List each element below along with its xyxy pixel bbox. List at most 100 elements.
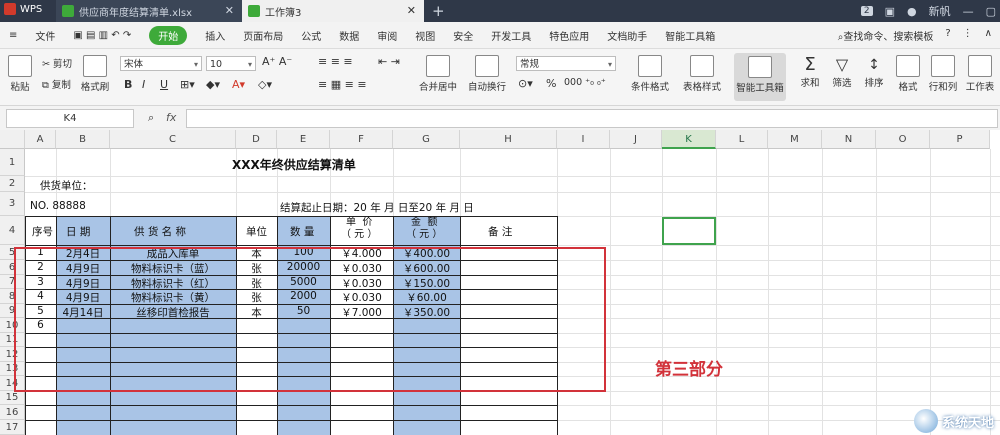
skin-icon[interactable]: ▣ (885, 5, 895, 18)
fx-button[interactable]: fx (166, 111, 176, 124)
column-header-e[interactable]: E (277, 130, 330, 149)
minimize-icon[interactable]: — (963, 5, 974, 18)
new-tab-icon[interactable]: + (432, 2, 445, 20)
number-format-select[interactable]: 常规 (516, 56, 616, 72)
thousands-icon[interactable]: 000 ⁺₀ ₀⁺ (564, 77, 606, 88)
header-qty[interactable]: 数 量 (290, 224, 314, 239)
wps-logo[interactable]: WPS (4, 3, 42, 15)
filter-button[interactable]: ▽ 筛选 (828, 55, 856, 89)
column-header-n[interactable]: N (822, 130, 876, 149)
paste-button[interactable]: 粘贴 (8, 55, 32, 93)
row-header-2[interactable]: 2 (0, 176, 25, 192)
column-header-c[interactable]: C (110, 130, 236, 149)
bold-button[interactable]: B (124, 78, 132, 91)
hamburger-icon[interactable]: ≡ (9, 30, 17, 41)
header-price[interactable]: 单 价 （ 元 ） (341, 217, 377, 241)
indent-icon[interactable]: ⇤ ⇥ (378, 55, 400, 68)
header-remark[interactable]: 备 注 (488, 224, 512, 239)
font-color-icon[interactable]: A▾ (232, 78, 245, 91)
header-name[interactable]: 供 货 名 称 (134, 224, 186, 239)
user-name[interactable]: 新帆 (929, 3, 951, 19)
maximize-icon[interactable]: ▢ (986, 5, 996, 18)
menu-page-layout[interactable]: 页面布局 (243, 28, 283, 43)
conditional-format-button[interactable]: 条件格式 (626, 55, 674, 93)
page-count-badge[interactable]: 2 (860, 6, 873, 16)
sheet-title[interactable]: XXX年终供应结算清单 (232, 156, 356, 173)
column-header-l[interactable]: L (716, 130, 768, 149)
menu-data[interactable]: 数据 (339, 28, 359, 43)
align-left-icon[interactable]: ≡ ▦ ≡ ≡ (318, 78, 367, 91)
spreadsheet-grid[interactable]: A B C D E F G H I J K L M N O P 1 2 3 4 5 6 7 8 9 10 11 12 13 14 15 16 1… (0, 130, 1000, 435)
menu-developer[interactable]: 开发工具 (491, 28, 531, 43)
merge-center-button[interactable]: 合并居中 (414, 55, 462, 93)
supplier-label[interactable]: 供货单位： (40, 178, 93, 193)
column-header-a[interactable]: A (25, 130, 56, 149)
menu-review[interactable]: 审阅 (377, 28, 397, 43)
header-amount[interactable]: 金 额 （ 元 ） (406, 217, 442, 241)
column-header-o[interactable]: O (876, 130, 930, 149)
search-commands[interactable]: ⌕查找命令、搜索模板 (838, 28, 934, 43)
row-header-17[interactable]: 17 (0, 420, 25, 435)
currency-icon[interactable]: ⊙▾ (518, 77, 533, 90)
smart-toolbox-button[interactable]: 智能工具箱 (734, 53, 786, 101)
column-header-k[interactable]: K (662, 130, 716, 149)
format-painter-button[interactable]: 格式刷 (80, 55, 110, 93)
column-header-h[interactable]: H (460, 130, 557, 149)
fill-color-icon[interactable]: ◆▾ (206, 78, 220, 91)
menu-doc-assistant[interactable]: 文档助手 (607, 28, 647, 43)
help-icon[interactable]: ? (945, 28, 950, 43)
formula-input[interactable] (186, 109, 998, 128)
tab-file[interactable]: 供应商年度结算清单.xlsx ✕ (56, 0, 242, 22)
column-header-i[interactable]: I (557, 130, 610, 149)
header-unit[interactable]: 单位 (246, 224, 267, 239)
row-header-15[interactable]: 15 (0, 391, 25, 405)
menu-insert[interactable]: 插入 (205, 28, 225, 43)
zoom-icon[interactable]: ⌕ (148, 111, 154, 125)
table-style-button[interactable]: 表格样式 (678, 55, 726, 93)
row-col-button[interactable]: 行和列 (928, 55, 958, 93)
column-header-d[interactable]: D (236, 130, 277, 149)
close-tab-icon[interactable]: ✕ (407, 4, 416, 17)
column-header-m[interactable]: M (768, 130, 822, 149)
font-select[interactable]: 宋体 (120, 56, 202, 72)
user-avatar[interactable]: ● (907, 5, 917, 18)
quick-toolbar[interactable]: ▣ ▤ ▥ ↶ ↷ (73, 30, 131, 41)
row-header-3[interactable]: 3 (0, 192, 25, 216)
clear-icon[interactable]: ◇▾ (258, 78, 272, 91)
column-header-b[interactable]: B (56, 130, 110, 149)
percent-button[interactable]: % (546, 77, 556, 90)
menu-security[interactable]: 安全 (453, 28, 473, 43)
underline-button[interactable]: U (160, 78, 168, 91)
column-header-j[interactable]: J (610, 130, 662, 149)
format-button[interactable]: 格式 (894, 55, 922, 93)
no-label[interactable]: NO. 88888 (30, 200, 86, 212)
menu-special[interactable]: 特色应用 (549, 28, 589, 43)
period-label[interactable]: 结算起止日期：20 年 月 日至20 年 月 日 (280, 200, 474, 215)
selected-cell-k4[interactable] (662, 217, 716, 245)
worksheet-button[interactable]: 工作表 (964, 55, 996, 93)
header-date[interactable]: 日 期 (66, 224, 90, 239)
font-size-select[interactable]: 10 (206, 56, 256, 72)
header-seq[interactable]: 序号 (32, 224, 53, 239)
row-header-4[interactable]: 4 (0, 216, 25, 245)
close-tab-icon[interactable]: ✕ (225, 4, 234, 17)
select-all-corner[interactable] (0, 130, 25, 149)
more-icon[interactable]: ⋮ (963, 28, 973, 43)
sum-button[interactable]: Σ 求和 (796, 55, 824, 90)
name-box[interactable]: K4 (6, 109, 134, 128)
row-header-16[interactable]: 16 (0, 405, 25, 420)
tab-workbook[interactable]: 工作簿3 ✕ (242, 0, 424, 22)
sort-button[interactable]: ↕ 排序 (860, 55, 888, 89)
row-header-1[interactable]: 1 (0, 149, 25, 176)
collapse-icon[interactable]: ∧ (985, 28, 992, 43)
menu-smart-toolbox[interactable]: 智能工具箱 (665, 28, 715, 43)
menu-formula[interactable]: 公式 (301, 28, 321, 43)
align-top-icon[interactable]: ≡ ≡ ≡ (318, 55, 353, 68)
copy-button[interactable]: ⧉ 复制 (42, 77, 71, 91)
font-grow-icon[interactable]: A⁺ A⁻ (262, 55, 292, 68)
cut-button[interactable]: ✂ 剪切 (42, 56, 72, 70)
column-header-g[interactable]: G (393, 130, 460, 149)
menu-view[interactable]: 视图 (415, 28, 435, 43)
italic-button[interactable]: I (142, 78, 145, 91)
wrap-text-button[interactable]: 自动换行 (466, 55, 508, 93)
